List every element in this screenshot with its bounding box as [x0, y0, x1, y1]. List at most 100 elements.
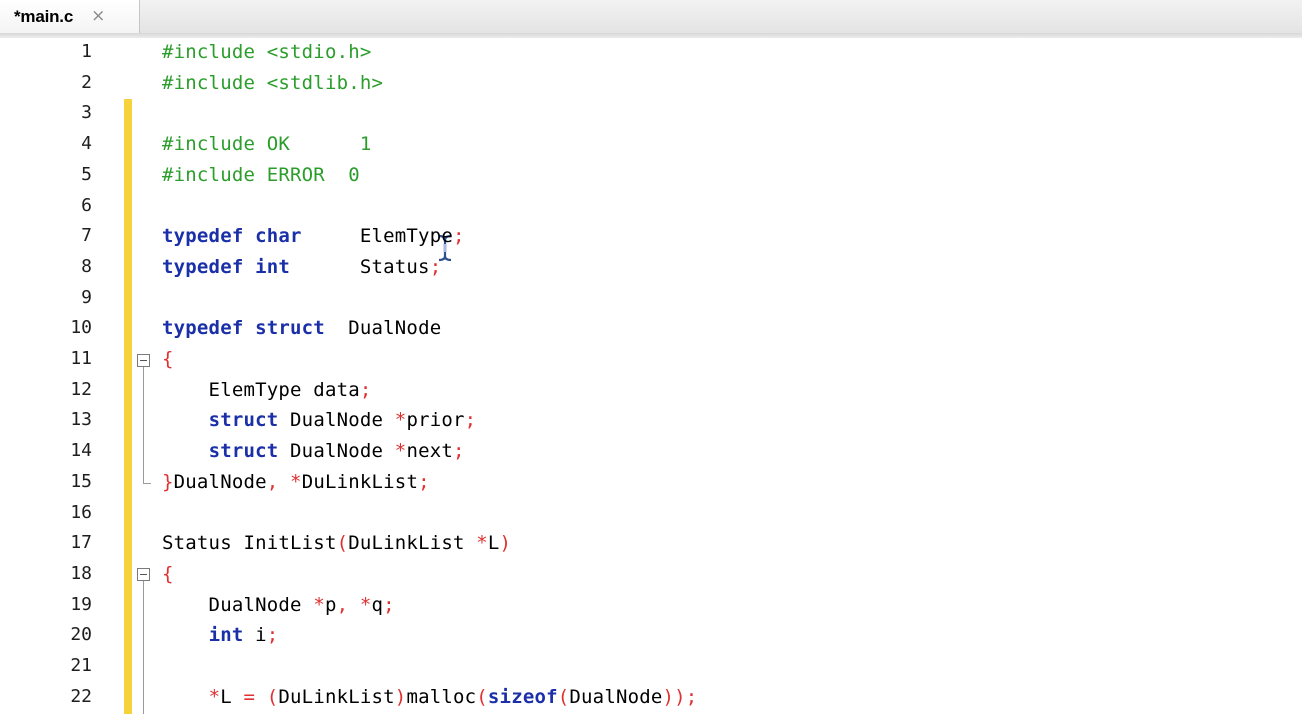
code-line[interactable]: 21: [0, 652, 1302, 683]
code-line[interactable]: 15 }DualNode, *DuLinkList;: [0, 468, 1302, 499]
code-token: ;: [464, 409, 477, 432]
code-token: L: [487, 532, 500, 555]
code-line[interactable]: 11 {: [0, 345, 1302, 376]
code-token: DualNode: [569, 685, 663, 708]
code-token: , *: [266, 470, 302, 493]
code-token: , *: [336, 593, 372, 616]
code-line[interactable]: 8 typedef int Status;: [0, 253, 1302, 284]
code-text[interactable]: struct DualNode *prior;: [162, 409, 477, 432]
code-token: typedef char: [162, 225, 302, 248]
code-token: ElemType data: [162, 378, 360, 401]
code-text[interactable]: #include <stdlib.h>: [162, 72, 383, 94]
line-number: 9: [81, 286, 92, 308]
code-token: typedef int: [162, 255, 291, 278]
code-line[interactable]: 6: [0, 192, 1302, 223]
code-text[interactable]: struct DualNode *next;: [162, 440, 465, 462]
line-number: 15: [70, 470, 92, 492]
code-line[interactable]: 5 #include ERROR 0: [0, 161, 1302, 192]
code-text[interactable]: ElemType data;: [162, 379, 372, 401]
code-line[interactable]: 3: [0, 99, 1302, 130]
line-number: 1: [81, 41, 92, 62]
code-token: ;: [359, 378, 372, 401]
tab-main-c[interactable]: *main.c ×: [0, 0, 140, 33]
code-text[interactable]: #include ERROR 0: [162, 164, 360, 186]
code-token: = (: [243, 685, 279, 708]
code-token: Status: [290, 255, 430, 278]
code-token: ));: [662, 685, 698, 708]
code-token: DuLinkList: [348, 532, 477, 555]
code-line[interactable]: 10 typedef struct DualNode: [0, 314, 1302, 345]
line-number: 12: [70, 378, 92, 400]
line-number: 7: [81, 225, 92, 247]
code-token: typedef struct: [162, 317, 325, 340]
code-token: (: [476, 685, 488, 708]
code-text[interactable]: #include <stdio.h>: [162, 41, 372, 63]
code-line[interactable]: 7 typedef char ElemType;: [0, 222, 1302, 253]
code-text[interactable]: {: [162, 563, 174, 585]
code-token: DualNode: [278, 440, 395, 463]
line-number: 18: [70, 562, 92, 584]
code-token: }: [162, 470, 174, 493]
code-line[interactable]: 13 struct DualNode *prior;: [0, 406, 1302, 437]
code-token: ;: [418, 470, 430, 493]
code-token: q: [371, 593, 384, 616]
code-text[interactable]: {: [162, 348, 174, 370]
code-token: (: [557, 685, 570, 708]
close-icon[interactable]: ×: [91, 8, 105, 25]
code-token: #include OK 1: [162, 133, 372, 156]
code-line[interactable]: 18 {: [0, 560, 1302, 591]
code-token: {: [162, 348, 174, 370]
code-text[interactable]: typedef struct DualNode: [162, 317, 441, 339]
code-token: ;: [383, 593, 395, 616]
tab-title: *main.c: [14, 6, 74, 26]
code-token: #include <stdlib.h>: [162, 71, 384, 94]
code-text[interactable]: typedef char ElemType;: [162, 225, 465, 247]
code-editor[interactable]: *main.c × 1 #include <stdio.h> 2 #include <…: [0, 0, 1302, 714]
code-line[interactable]: 14 struct DualNode *next;: [0, 437, 1302, 468]
code-token: struct: [208, 440, 279, 463]
code-line[interactable]: 19 DualNode *p, *q;: [0, 591, 1302, 622]
code-line[interactable]: 16: [0, 499, 1302, 530]
text-area[interactable]: 1 #include <stdio.h> 2 #include <stdlib.h> 3…: [0, 38, 1302, 714]
line-number: 13: [70, 409, 92, 431]
code-token: Status InitList: [162, 532, 337, 555]
code-line[interactable]: 22 *L = (DuLinkList)malloc(sizeof(DualNo…: [0, 683, 1302, 714]
code-token: struct: [208, 409, 279, 432]
code-line[interactable]: 1 #include <stdio.h>: [0, 38, 1302, 69]
code-token: i: [243, 624, 267, 647]
code-token: (: [336, 532, 349, 555]
code-token: *: [313, 593, 325, 616]
code-text[interactable]: DualNode *p, *q;: [162, 594, 395, 616]
code-text[interactable]: int i;: [162, 624, 279, 647]
code-line[interactable]: 2 #include <stdlib.h>: [0, 69, 1302, 100]
code-token: DualNode: [278, 409, 395, 432]
code-token: ;: [453, 440, 465, 463]
code-token: #include <stdio.h>: [162, 41, 372, 63]
line-number: 21: [70, 655, 92, 676]
code-token: malloc: [406, 685, 477, 708]
code-token: prior: [406, 409, 465, 432]
code-text[interactable]: }DualNode, *DuLinkList;: [162, 471, 430, 493]
line-number: 14: [70, 440, 92, 462]
code-line[interactable]: 12 ElemType data;: [0, 376, 1302, 407]
code-token: *: [394, 440, 407, 463]
code-line[interactable]: 20 int i;: [0, 621, 1302, 652]
code-token: DualNode: [324, 317, 442, 340]
line-number: 19: [70, 593, 92, 615]
line-number: 11: [70, 348, 92, 369]
line-number: 17: [70, 532, 92, 554]
code-token: *: [394, 409, 407, 432]
code-text[interactable]: typedef int Status;: [162, 256, 441, 278]
code-line[interactable]: 17 Status InitList(DuLinkList *L): [0, 529, 1302, 560]
code-text[interactable]: *L = (DuLinkList)malloc(sizeof(DualNode)…: [162, 685, 698, 708]
code-token: p: [324, 593, 337, 616]
code-line[interactable]: 9: [0, 284, 1302, 315]
line-number: 4: [81, 133, 92, 155]
code-token: DuLinkList: [278, 685, 395, 708]
code-text[interactable]: Status InitList(DuLinkList *L): [162, 532, 511, 554]
code-text[interactable]: #include OK 1: [162, 133, 372, 155]
code-line[interactable]: 4 #include OK 1: [0, 130, 1302, 161]
